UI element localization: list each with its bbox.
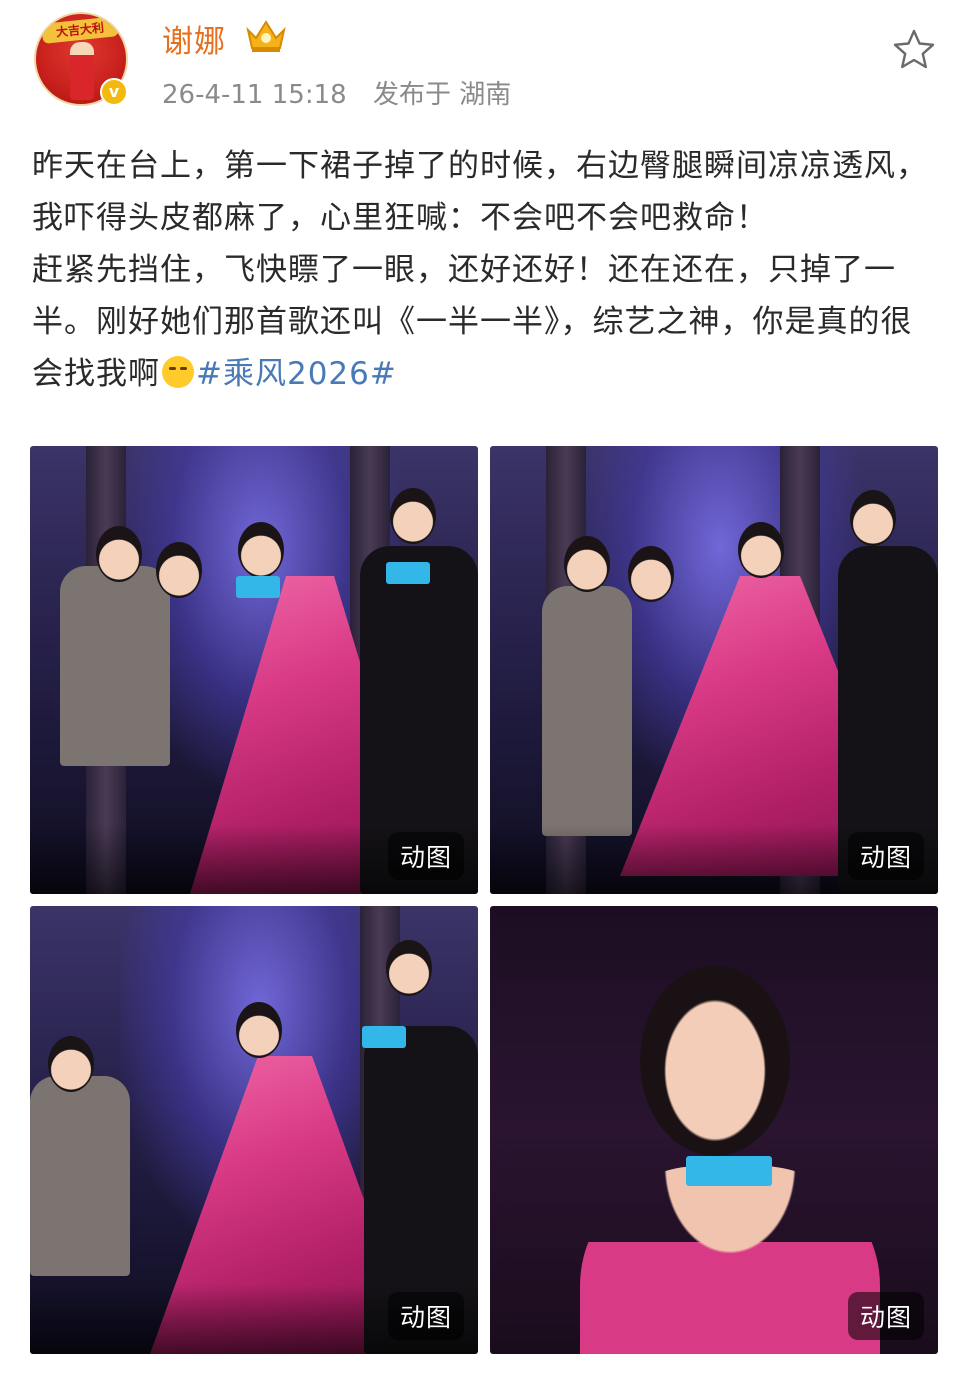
closeup-body (580, 1166, 880, 1354)
verified-badge-icon: v (100, 78, 128, 106)
person-gray-jacket (542, 586, 632, 836)
post-body: 昨天在台上，第一下裙子掉了的时候，右边臀腿瞬间凉凉透风，我吓得头皮都麻了，心里狂… (32, 140, 932, 400)
post-header: 大吉大利 v 谢娜 26-4-11 15:18 发布于 湖南 (0, 0, 968, 130)
image-tile-1[interactable]: 动图 (30, 446, 478, 894)
person-gray-jacket (30, 1076, 130, 1276)
person-gray-jacket (60, 566, 170, 766)
closeup-face (640, 966, 790, 1156)
person-head (390, 488, 436, 544)
person-head (564, 536, 610, 592)
avatar-banner: 大吉大利 (41, 16, 119, 44)
person-head (628, 546, 674, 602)
microphone-card (686, 1156, 772, 1186)
post-paragraph-1: 昨天在台上，第一下裙子掉了的时候，右边臀腿瞬间凉凉透风，我吓得头皮都麻了，心里狂… (32, 148, 928, 236)
laugh-cry-emoji-icon (162, 356, 194, 388)
post-location: 发布于 湖南 (372, 80, 512, 110)
image-grid: 动图 动图 动图 动图 (30, 446, 938, 1354)
hashtag-link[interactable]: #乘风2026# (196, 356, 397, 392)
person-head (850, 490, 896, 546)
gif-badge: 动图 (847, 1292, 924, 1340)
post-paragraph-2: 赶紧先挡住，飞快瞟了一眼，还好还好！还在还在，只掉了一半。刚好她们那首歌还叫《一… (32, 244, 932, 400)
crown-icon (246, 20, 286, 52)
post-timestamp: 26-4-11 15:18 (162, 80, 347, 110)
post-meta: 26-4-11 15:18 发布于 湖南 (162, 74, 529, 111)
microphone-card (386, 562, 430, 584)
image-tile-3[interactable]: 动图 (30, 906, 478, 1354)
person-head (236, 1002, 282, 1058)
person-head (156, 542, 202, 598)
person-head (738, 522, 784, 578)
gif-badge: 动图 (387, 832, 464, 880)
avatar-figure (70, 42, 94, 100)
star-icon[interactable] (890, 26, 938, 74)
gif-badge: 动图 (387, 1292, 464, 1340)
person-head (238, 522, 284, 578)
microphone-card (236, 576, 280, 598)
gif-badge: 动图 (847, 832, 924, 880)
image-tile-2[interactable]: 动图 (490, 446, 938, 894)
person-head (96, 526, 142, 582)
person-head (386, 940, 432, 996)
author-name[interactable]: 谢娜 (162, 16, 226, 61)
image-tile-4[interactable]: 动图 (490, 906, 938, 1354)
microphone-card (362, 1026, 406, 1048)
person-head (48, 1036, 94, 1092)
